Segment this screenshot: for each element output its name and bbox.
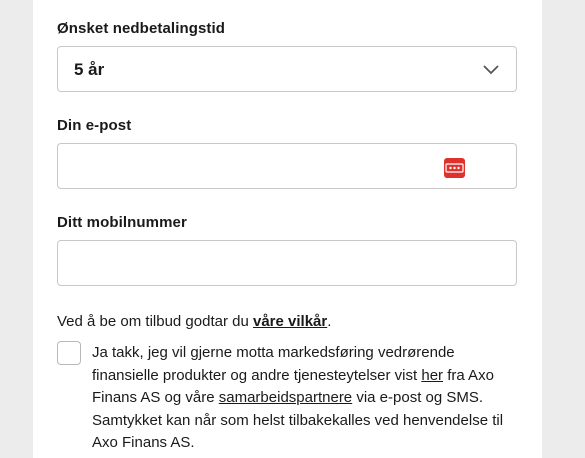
marketing-consent-text: Ja takk, jeg vil gjerne motta markedsfør… bbox=[92, 342, 512, 455]
loan-form-card: Ønsket nedbetalingstid 5 år Din e-post D… bbox=[33, 0, 542, 458]
phone-input[interactable] bbox=[58, 241, 516, 285]
consent-text-1: Ja takk, jeg vil gjerne motta markedsfør… bbox=[92, 344, 455, 384]
terms-link[interactable]: våre vilkår bbox=[253, 313, 327, 330]
repayment-selected-value: 5 år bbox=[74, 60, 105, 79]
terms-prefix: Ved å be om tilbud godtar du bbox=[57, 313, 253, 330]
phone-label: Ditt mobilnummer bbox=[57, 214, 187, 231]
marketing-consent-checkbox[interactable] bbox=[57, 341, 81, 365]
chevron-down-icon bbox=[483, 65, 499, 75]
terms-suffix: . bbox=[327, 313, 332, 330]
email-field[interactable] bbox=[57, 143, 517, 189]
email-label: Din e-post bbox=[57, 117, 132, 134]
repayment-label: Ønsket nedbetalingstid bbox=[57, 20, 226, 37]
phone-field[interactable] bbox=[57, 240, 517, 286]
consent-link-partners[interactable]: samarbeidspartnere bbox=[219, 389, 352, 406]
terms-text: Ved å be om tilbud godtar du våre vilkår… bbox=[57, 313, 331, 330]
repayment-select[interactable]: 5 år bbox=[57, 46, 517, 92]
consent-link-her[interactable]: her bbox=[421, 367, 443, 384]
password-manager-icon[interactable] bbox=[444, 158, 465, 178]
